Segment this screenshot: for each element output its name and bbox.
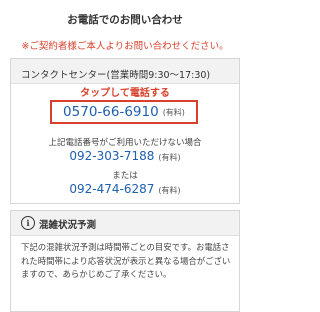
crowd-forecast-header: i 混雑状況予測 — [11, 211, 239, 236]
alt-phone-number-1[interactable]: 092-303-7188 — [69, 149, 154, 163]
alt-phone-fee-1: (有料) — [158, 153, 181, 162]
alternative-number-note: 上記電話番号がご利用いただけない場合 — [48, 138, 202, 148]
main-phone-call-button[interactable]: 0570-66-6910 (有料) — [50, 100, 198, 124]
alt-phone-line-2: 092-474-6287 (有料) — [0, 182, 250, 196]
contact-center-name: コンタクトセンター(営業時間9:30〜17:30) — [21, 70, 211, 81]
crowd-forecast-title: 混雑状況予測 — [39, 220, 97, 231]
or-label: または — [112, 171, 138, 181]
crowd-forecast-description: 下記の混雑状況予測は時間帯ごとの目安です。お電話された時間帯により応答状況が表示… — [21, 242, 231, 279]
main-phone-number[interactable]: 0570-66-6910 — [63, 104, 159, 120]
alt-phone-number-2[interactable]: 092-474-6287 — [69, 182, 154, 196]
info-icon: i — [21, 216, 35, 230]
contractor-notice: ※ご契約者様ご本人よりお問い合わせください。 — [21, 41, 229, 52]
page-title: お電話でのお問い合わせ — [67, 14, 183, 26]
contact-center-header: コンタクトセンター(営業時間9:30〜17:30) — [11, 59, 239, 84]
crowd-forecast-card: i 混雑状況予測 下記の混雑状況予測は時間帯ごとの目安です。お電話された時間帯に… — [10, 210, 240, 312]
contact-page: お電話でのお問い合わせ ※ご契約者様ご本人よりお問い合わせください。 コンタクト… — [0, 0, 250, 312]
tap-to-call-label: タップして電話する — [80, 88, 170, 99]
alt-phone-fee-2: (有料) — [158, 186, 181, 195]
alt-phone-line-1: 092-303-7188 (有料) — [0, 149, 250, 163]
main-phone-fee: (有料) — [162, 107, 185, 117]
